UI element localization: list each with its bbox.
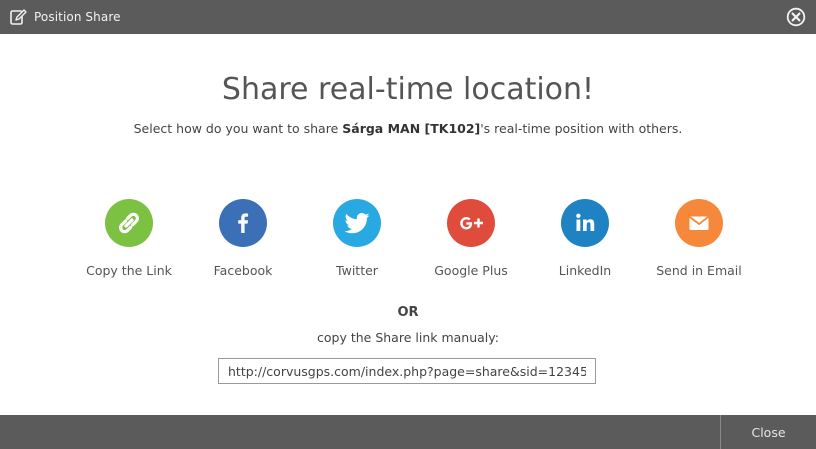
share-copy-link-button[interactable]: Copy the Link [72, 199, 186, 278]
or-separator: OR [397, 305, 419, 320]
share-google-plus-button[interactable]: Google Plus [414, 199, 528, 278]
share-label-email: Send in Email [656, 263, 742, 278]
link-icon[interactable] [105, 199, 153, 247]
share-label-copy-link: Copy the Link [86, 263, 172, 278]
footer-bar: Close [0, 415, 816, 449]
share-linkedin-button[interactable]: LinkedIn [528, 199, 642, 278]
window-title: Position Share [34, 10, 121, 24]
twitter-icon[interactable] [333, 199, 381, 247]
share-description: Select how do you want to share Sárga MA… [0, 121, 816, 136]
facebook-icon[interactable] [219, 199, 267, 247]
dialog-content: Share real-time location! Select how do … [0, 34, 816, 415]
email-icon[interactable] [675, 199, 723, 247]
close-circle-icon[interactable] [786, 7, 806, 27]
share-link-field[interactable] [218, 358, 596, 384]
close-button[interactable]: Close [720, 415, 816, 449]
share-options: Copy the Link Facebook Twitter Google Pl… [72, 199, 772, 278]
page-title: Share real-time location! [221, 72, 595, 107]
google-plus-icon[interactable] [447, 199, 495, 247]
manual-copy-instruction: copy the Share link manualy: [317, 330, 499, 345]
linkedin-icon[interactable] [561, 199, 609, 247]
position-share-window: Position Share Share real-time location!… [0, 0, 816, 449]
subtitle-prefix: Select how do you want to share [133, 121, 343, 136]
share-facebook-button[interactable]: Facebook [186, 199, 300, 278]
share-label-linkedin: LinkedIn [558, 263, 612, 278]
share-twitter-button[interactable]: Twitter [300, 199, 414, 278]
share-label-facebook: Facebook [213, 263, 273, 278]
share-label-google-plus: Google Plus [434, 263, 508, 278]
share-email-button[interactable]: Send in Email [642, 199, 756, 278]
title-bar: Position Share [0, 0, 816, 34]
edit-note-icon [9, 8, 27, 26]
subtitle-suffix: 's real-time position with others. [480, 121, 683, 136]
share-label-twitter: Twitter [336, 263, 378, 278]
vehicle-name: Sárga MAN [TK102] [342, 121, 481, 136]
